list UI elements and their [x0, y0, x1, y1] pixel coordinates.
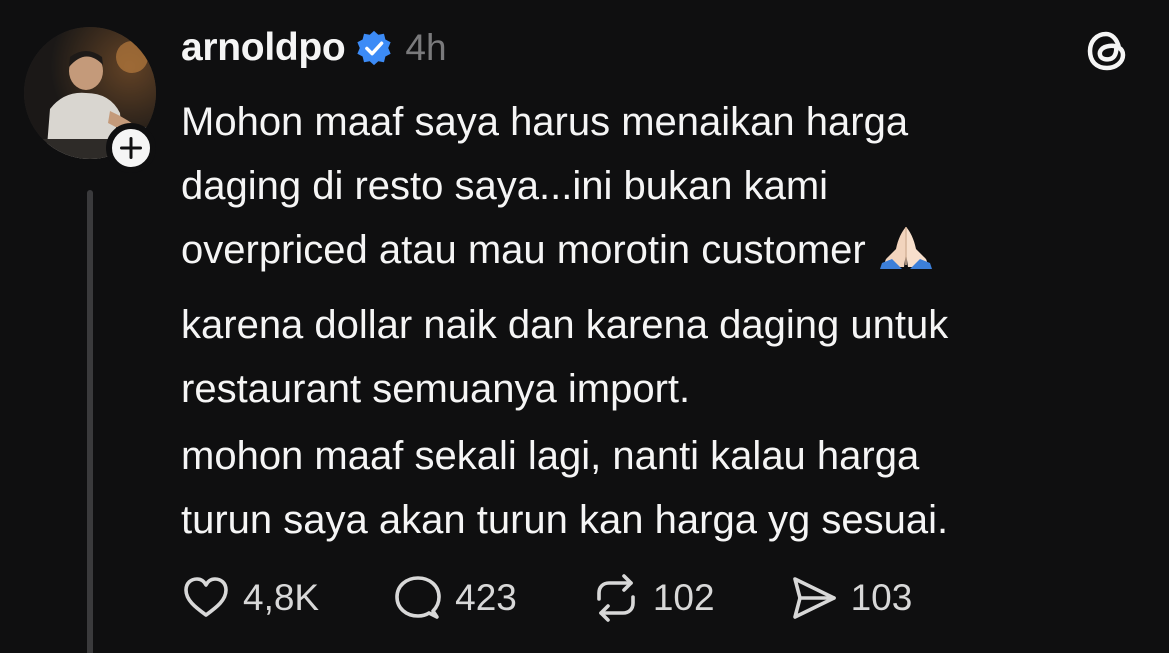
threads-post: arnoldpo 4h Mohon maaf saya harus menaik… [0, 0, 1169, 653]
send-icon [792, 577, 836, 619]
avatar-container[interactable] [24, 27, 156, 173]
threads-logo-icon[interactable] [1081, 24, 1135, 78]
reply-button[interactable]: 423 [393, 573, 517, 623]
heart-icon [184, 577, 228, 617]
folded-hands-icon [876, 223, 936, 290]
repost-button[interactable]: 102 [591, 573, 715, 623]
thread-line [87, 190, 93, 653]
follow-button[interactable] [106, 123, 156, 173]
post-text: Mohon maaf saya harus menaikan harga dag… [181, 100, 909, 272]
post-header: arnoldpo 4h [181, 22, 447, 74]
like-button[interactable]: 4,8K [181, 573, 319, 623]
repost-icon [597, 574, 635, 622]
share-count: 103 [850, 577, 913, 618]
post-paragraph: mohon maaf sekali lagi, nanti kalau harg… [181, 434, 949, 542]
speech-bubble-icon [395, 576, 441, 619]
post-actions: 4,8K 423 102 103 [181, 570, 986, 626]
post-paragraph: Mohon maaf saya harus menaikan harga dag… [181, 90, 1141, 290]
post-body: Mohon maaf saya harus menaikan harga dag… [181, 90, 1141, 555]
reply-count: 423 [455, 577, 517, 618]
verified-badge-icon [357, 30, 392, 66]
repost-count: 102 [652, 577, 715, 618]
post-timestamp: 4h [405, 27, 447, 68]
post-paragraph: karena dollar naik dan karena daging unt… [181, 303, 949, 411]
plus-icon [120, 137, 142, 159]
like-count: 4,8K [243, 577, 320, 618]
username[interactable]: arnoldpo [181, 26, 346, 70]
share-button[interactable]: 103 [789, 573, 913, 623]
